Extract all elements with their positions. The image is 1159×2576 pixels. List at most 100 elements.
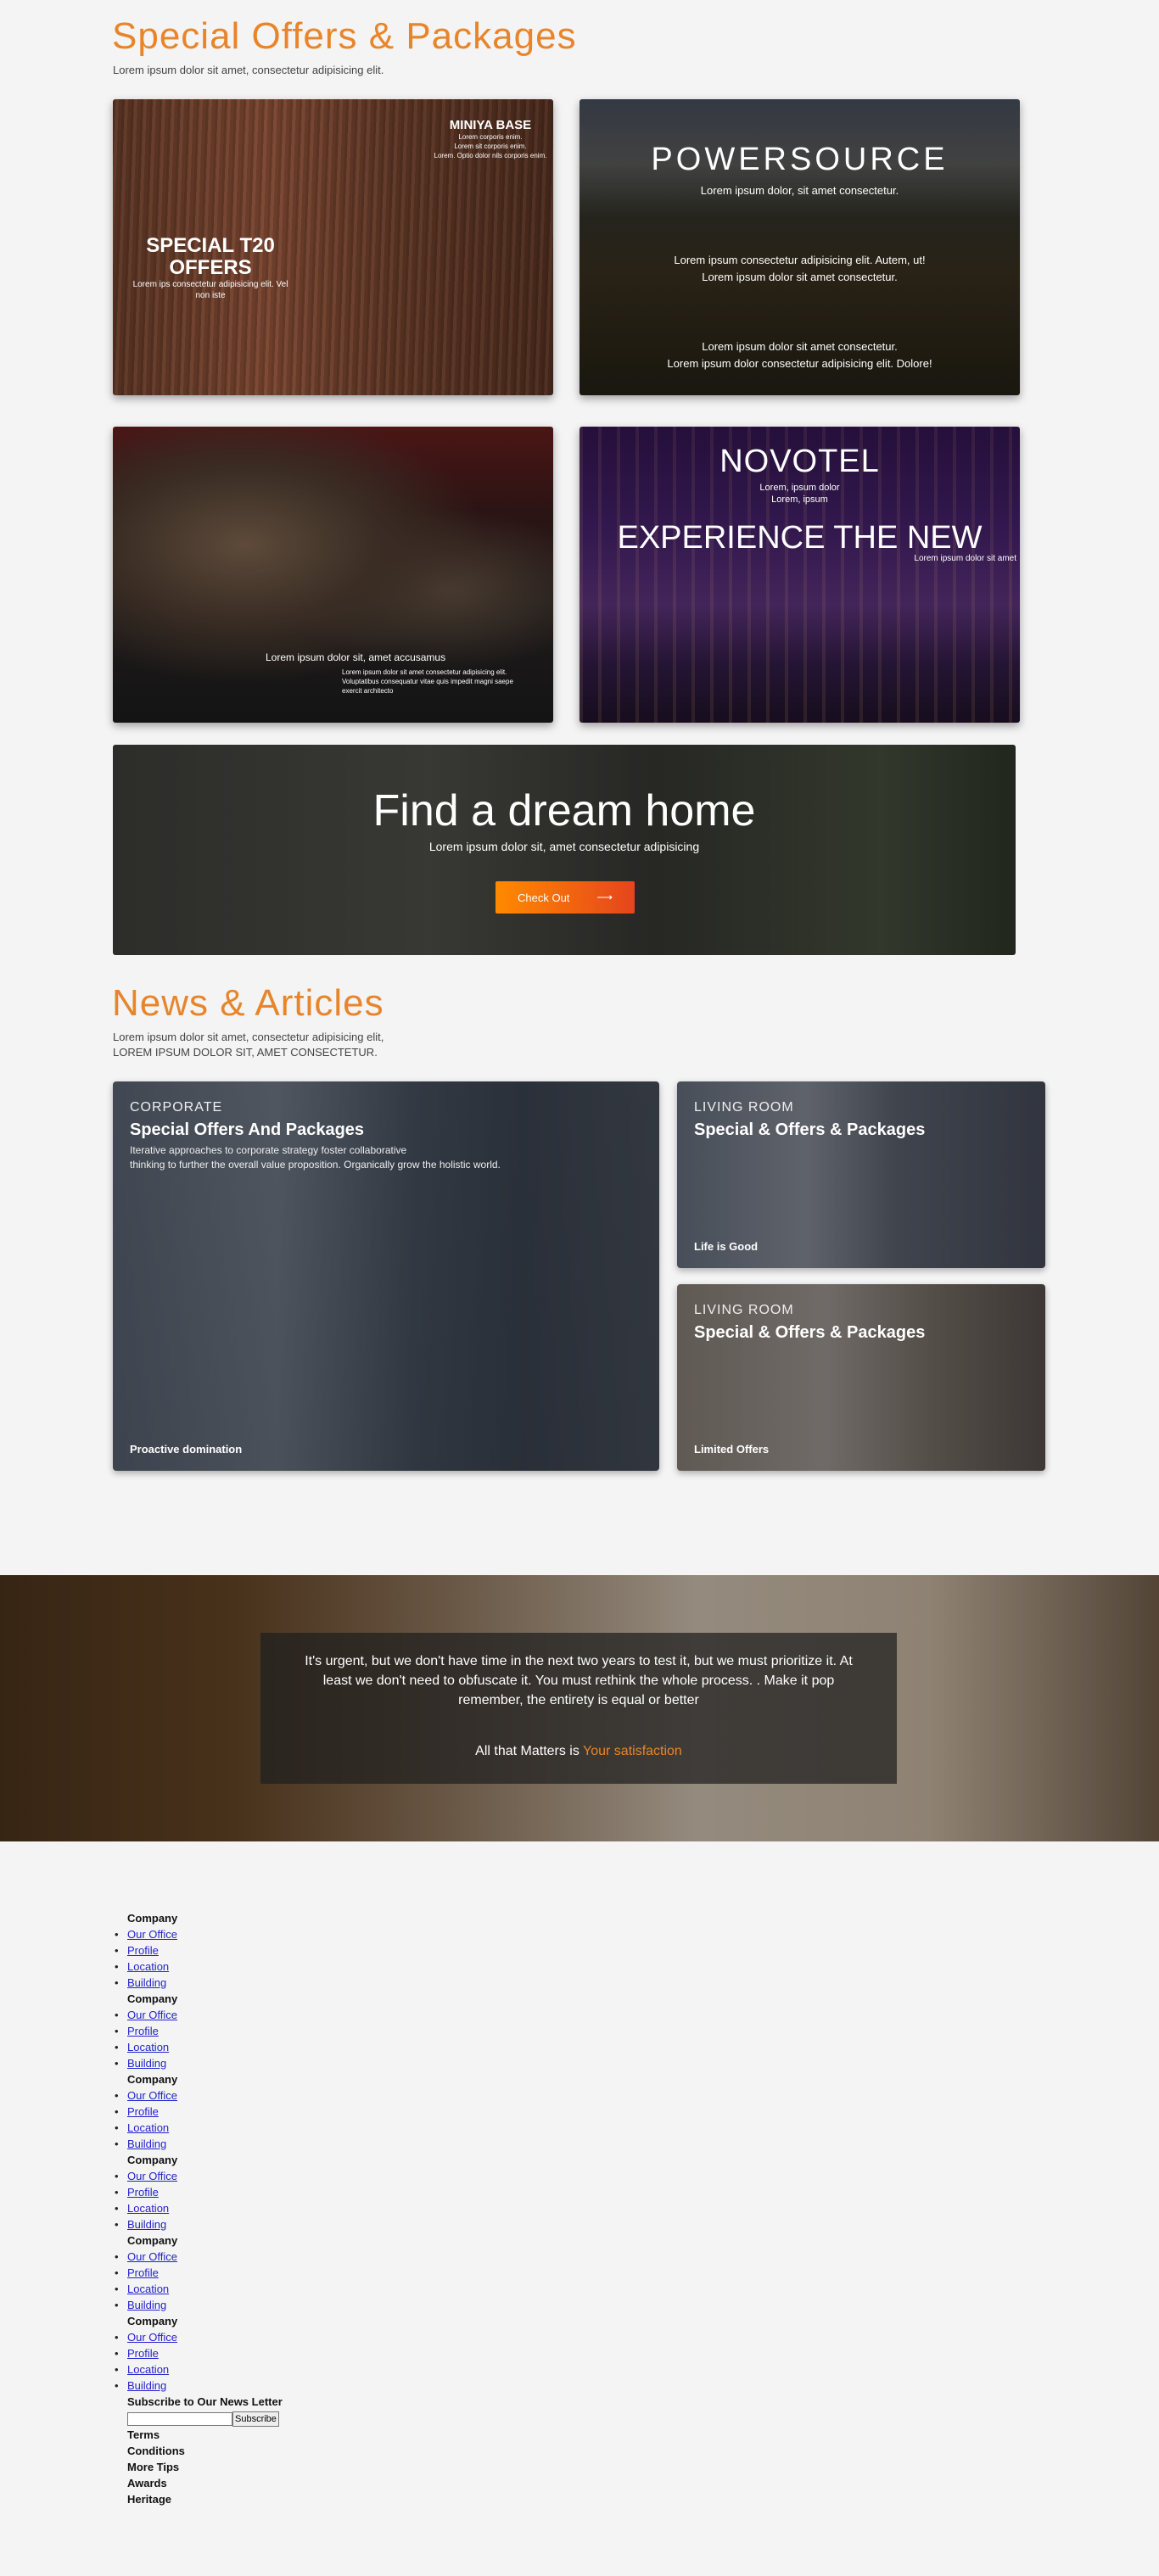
offer-card-interior[interactable]: Lorem ipsum dolor sit, amet accusamus Lo… [113, 427, 553, 723]
news-heading: Special & Offers & Packages [694, 1120, 926, 1139]
news-body-1: Iterative approaches to corporate strate… [130, 1144, 407, 1156]
footer-link-profile[interactable]: Profile [127, 2105, 159, 2118]
powersource-bottom: Lorem ipsum dolor sit amet consectetur. … [580, 338, 1020, 372]
footer-link-profile[interactable]: Profile [127, 1944, 159, 1957]
footer-link-location[interactable]: Location [127, 2121, 169, 2134]
footer-link-profile[interactable]: Profile [127, 2025, 159, 2037]
footer-link-profile[interactable]: Profile [127, 2347, 159, 2360]
interior-small-3: exercit architecto [342, 687, 394, 695]
footer-link-list: Our Office Profile Location Building [115, 2087, 283, 2152]
offers-subtitle: Lorem ipsum dolor sit amet, consectetur … [113, 64, 384, 76]
footer-link-our-office[interactable]: Our Office [127, 2331, 177, 2344]
check-out-button[interactable]: Check Out ⟶ [496, 881, 635, 914]
footer-list-item: Profile [115, 2023, 283, 2039]
footer-link-location[interactable]: Location [127, 2202, 169, 2215]
news-heading: Special & Offers & Packages [694, 1323, 926, 1342]
footer-link-building[interactable]: Building [127, 2299, 166, 2311]
footer-list-item: Profile [115, 1942, 283, 1959]
novotel-sub-1: Lorem, ipsum dolor [759, 483, 840, 493]
miniya-line-3: Lorem. Optio dolor nils corporis enim. [434, 152, 547, 159]
powersource-mid-2: Lorem ipsum dolor sit amet consectetur. [702, 271, 898, 283]
footer-link-profile[interactable]: Profile [127, 2266, 159, 2279]
novotel-headline: EXPERIENCE THE NEW [617, 520, 983, 556]
miniya-desc-2: non iste [195, 291, 226, 300]
news-card-corporate[interactable]: CORPORATE Special Offers And Packages It… [113, 1081, 659, 1471]
quote-tag-accent: Your satisfaction [583, 1744, 682, 1758]
footer-link-our-office[interactable]: Our Office [127, 2250, 177, 2263]
miniya-headline-1: SPECIAL T20 [146, 234, 275, 257]
footer-list-item: Location [115, 1959, 283, 1975]
powersource-bot-1: Lorem ipsum dolor sit amet consectetur. [702, 340, 898, 353]
footer-list-item: Building [115, 2378, 283, 2394]
footer-link-building[interactable]: Building [127, 2379, 166, 2392]
testimonial-band: It's urgent, but we don't have time in t… [0, 1575, 1159, 1841]
footer-link-building[interactable]: Building [127, 2057, 166, 2070]
newsletter-title: Subscribe to Our News Letter [127, 2395, 283, 2408]
miniya-line-2: Lorem sit corporis enim. [454, 142, 527, 150]
news-footer: Life is Good [694, 1240, 759, 1253]
footer-bottom-more-tips[interactable]: More Tips [127, 2459, 283, 2475]
footer-list-item: Our Office [115, 2168, 283, 2184]
footer-list-item: Our Office [115, 2329, 283, 2345]
footer-link-our-office[interactable]: Our Office [127, 2009, 177, 2021]
miniya-brand: MINIYA BASE [449, 118, 532, 132]
check-out-label: Check Out [518, 891, 570, 904]
footer-link-our-office[interactable]: Our Office [127, 2170, 177, 2182]
footer-link-building[interactable]: Building [127, 1976, 166, 1989]
footer-bottom-terms[interactable]: Terms [127, 2427, 283, 2443]
footer-list-item: Building [115, 2216, 283, 2232]
offer-card-miniya[interactable]: MINIYA BASE Lorem corporis enim. Lorem s… [113, 99, 553, 395]
interior-caption: Lorem ipsum dolor sit, amet accusamus [266, 651, 446, 663]
footer-list-item: Profile [115, 2184, 283, 2200]
footer-list-item: Building [115, 2136, 283, 2152]
miniya-headline-block: SPECIAL T20 OFFERS Lorem ips consectetur… [130, 235, 291, 301]
news-body-2: thinking to further the overall value pr… [130, 1159, 501, 1171]
subscribe-button[interactable]: Subscribe [232, 2411, 279, 2427]
news-category: LIVING ROOM [694, 1303, 794, 1317]
powersource-tagline: Lorem ipsum dolor, sit amet consectetur. [700, 184, 899, 197]
newsletter-email-input[interactable] [127, 2411, 232, 2426]
footer-group-heading: Company [127, 1912, 178, 1925]
footer-link-location[interactable]: Location [127, 2041, 169, 2054]
footer-link-list: Our Office Profile Location Building [115, 2007, 283, 2071]
footer-group-heading: Company [127, 2154, 178, 2166]
footer-link-location[interactable]: Location [127, 1960, 169, 1973]
footer-list-item: Profile [115, 2345, 283, 2361]
arrow-right-icon: ⟶ [596, 891, 613, 903]
footer-link-our-office[interactable]: Our Office [127, 1928, 177, 1941]
quote-text: It's urgent, but we don't have time in t… [305, 1654, 853, 1707]
news-card-living-room-1[interactable]: LIVING ROOM Special & Offers & Packages … [677, 1081, 1045, 1268]
site-footer: Company Our Office Profile Location Building… [115, 1910, 283, 2507]
news-subtitle-2: LOREM IPSUM DOLOR SIT, AMET CONSECTETUR. [113, 1046, 378, 1059]
footer-list-item: Building [115, 2297, 283, 2313]
footer-group-heading: Company [127, 1992, 178, 2005]
news-card-living-room-2[interactable]: LIVING ROOM Special & Offers & Packages … [677, 1284, 1045, 1471]
footer-link-list: Our Office Profile Location Building [115, 2329, 283, 2394]
interior-small-1: Lorem ipsum dolor sit amet consectetur a… [342, 668, 507, 676]
footer-link-location[interactable]: Location [127, 2283, 169, 2295]
banner-title: Find a dream home [372, 786, 756, 835]
footer-group-heading: Company [127, 2073, 178, 2086]
powersource-mid-1: Lorem ipsum consectetur adipisicing elit… [674, 254, 926, 266]
footer-bottom-conditions[interactable]: Conditions [127, 2443, 283, 2459]
offer-card-powersource[interactable]: POWERSOURCE Lorem ipsum dolor, sit amet … [580, 99, 1020, 395]
footer-bottom-heritage[interactable]: Heritage [127, 2491, 283, 2507]
footer-list-item: Location [115, 2281, 283, 2297]
footer-list-item: Our Office [115, 2249, 283, 2265]
footer-bottom-awards[interactable]: Awards [127, 2475, 283, 2491]
footer-link-profile[interactable]: Profile [127, 2186, 159, 2199]
footer-link-building[interactable]: Building [127, 2218, 166, 2231]
footer-link-building[interactable]: Building [127, 2137, 166, 2150]
banner-subtitle: Lorem ipsum dolor sit, amet consectetur … [428, 840, 700, 853]
footer-link-location[interactable]: Location [127, 2363, 169, 2376]
news-subtitle-1: Lorem ipsum dolor sit amet, consectetur … [113, 1031, 384, 1043]
footer-list-item: Our Office [115, 1926, 283, 1942]
footer-bottom-links: Terms Conditions More Tips Awards Heritage [127, 2427, 283, 2507]
footer-list-item: Profile [115, 2104, 283, 2120]
footer-list-item: Building [115, 2055, 283, 2071]
news-heading: Special Offers And Packages [130, 1120, 365, 1139]
footer-link-our-office[interactable]: Our Office [127, 2089, 177, 2102]
footer-list-item: Profile [115, 2265, 283, 2281]
offer-card-novotel[interactable]: NOVOTEL Lorem, ipsum dolor Lorem, ipsum … [580, 427, 1020, 723]
quote-tag-prefix: All that Matters is [475, 1744, 580, 1758]
